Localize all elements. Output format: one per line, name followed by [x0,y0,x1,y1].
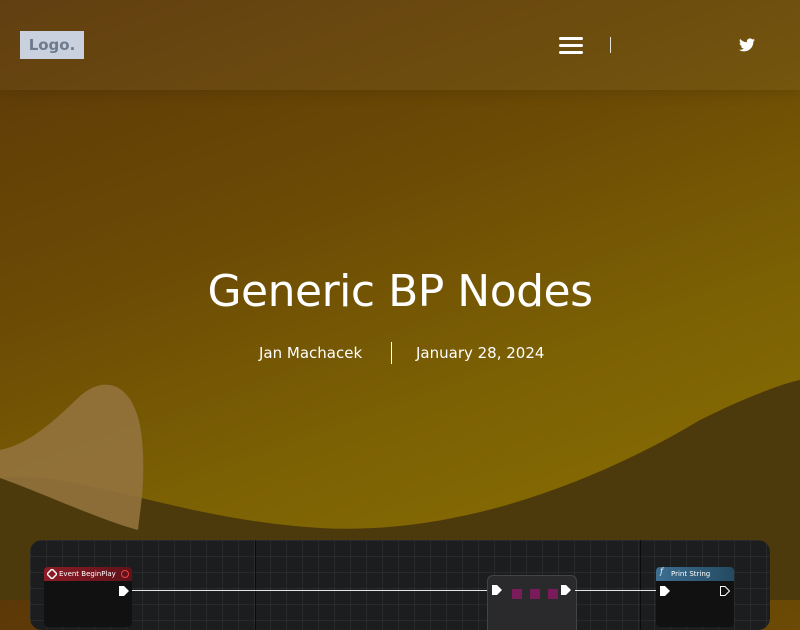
menu-bar [559,44,583,47]
node-title: Print String [671,570,711,578]
hamburger-menu-icon[interactable] [559,37,583,55]
site-header: Logo. [0,0,800,90]
generic-node [487,575,577,630]
exec-pin-out-icon [720,586,730,596]
grid-line [640,540,641,630]
menu-bar [559,37,583,40]
exec-wire [132,590,487,591]
post-meta: Jan Machacek January 28, 2024 [0,342,800,364]
exec-pin-icon [660,586,670,596]
post-date: January 28, 2024 [416,344,545,362]
blueprint-graph-image: Event BeginPlay f Print String [30,540,770,630]
node-title: Event BeginPlay [59,570,116,578]
function-icon: f [660,567,663,576]
grid-line [255,540,256,630]
header-divider [610,37,611,53]
meta-divider [391,342,392,364]
exec-wire [575,590,656,591]
print-string-node: f Print String [656,567,734,627]
exec-pin-icon [561,585,571,595]
event-beginplay-node: Event BeginPlay [44,567,132,627]
delegate-pin-icon [121,570,129,578]
exec-pin-icon [119,586,129,596]
event-icon [47,569,57,579]
twitter-icon[interactable] [739,38,755,52]
menu-bar [559,51,583,54]
logo[interactable]: Logo. [20,31,84,59]
author-link[interactable]: Jan Machacek [259,344,362,362]
node-icon-squares [512,584,559,603]
exec-pin-icon [492,585,502,595]
page-title: Generic BP Nodes [207,266,593,317]
